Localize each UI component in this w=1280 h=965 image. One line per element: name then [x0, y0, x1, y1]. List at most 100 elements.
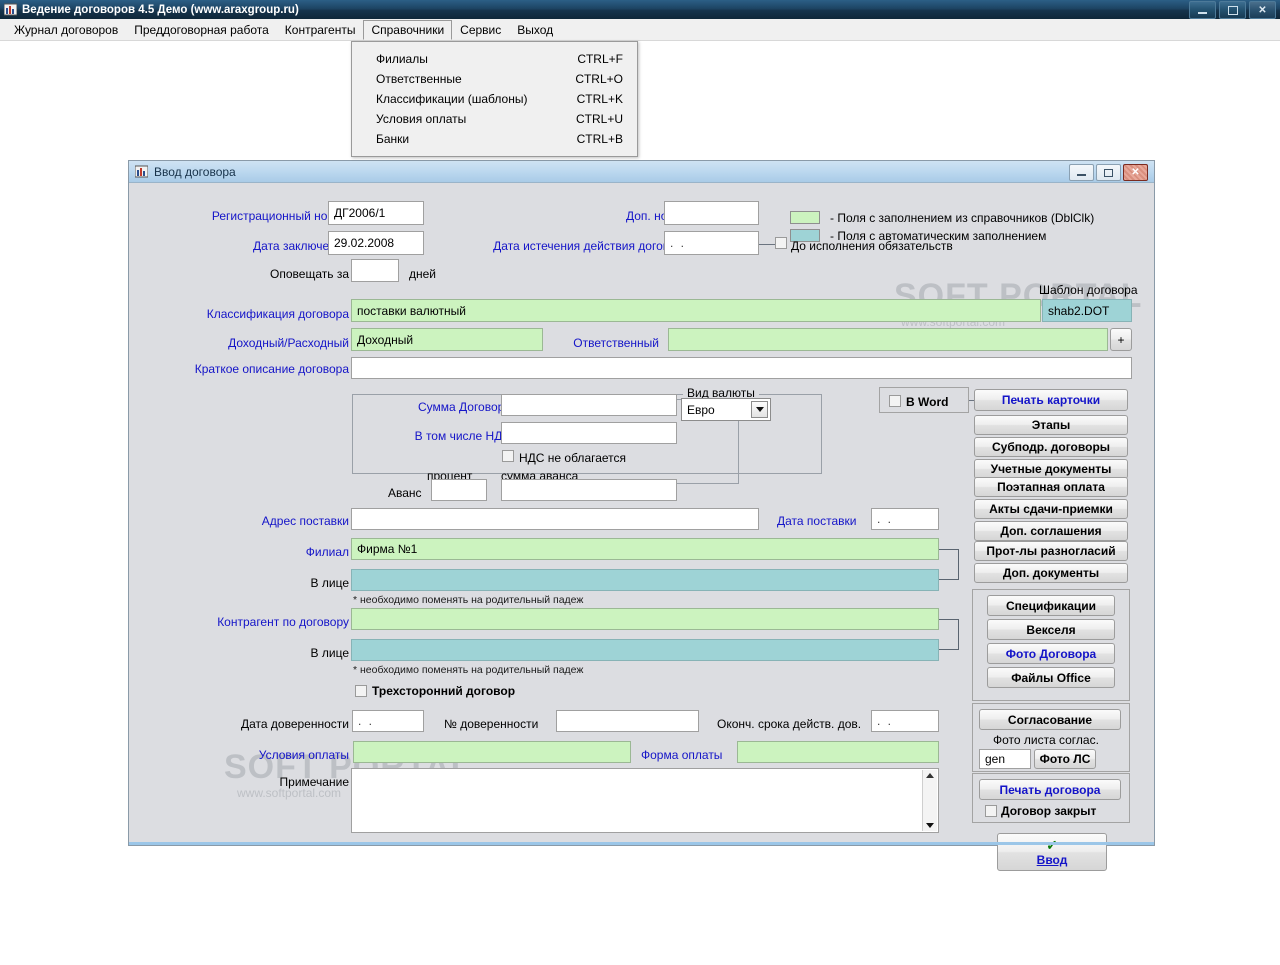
responsible-label: Ответственный	[573, 336, 659, 350]
classification-input[interactable]: поставки валютный	[351, 299, 1041, 322]
menu-item-spravochniki[interactable]: Справочники	[363, 19, 453, 40]
approval-button[interactable]: Согласование	[979, 709, 1121, 730]
sum-contract-input[interactable]	[501, 394, 677, 416]
print-card-button[interactable]: Печать карточки	[974, 389, 1128, 411]
menu-option-banki-accel: CTRL+B	[576, 132, 623, 146]
vat-included-input[interactable]	[501, 422, 677, 444]
app-titlebar: Ведение договоров 4.5 Демо (www.araxgrou…	[0, 0, 1280, 20]
office-files-button[interactable]: Файлы Office	[987, 667, 1115, 688]
branch-person-input[interactable]	[351, 569, 939, 591]
counterparty-input[interactable]	[351, 608, 939, 630]
payment-terms-label: Условия оплаты	[258, 748, 349, 762]
disagreement-protocols-button[interactable]: Прот-лы разногласий	[974, 541, 1128, 561]
staged-payment-button[interactable]: Поэтапная оплата	[974, 477, 1128, 497]
app-minimize-button[interactable]	[1189, 1, 1216, 19]
advance-percent-input[interactable]	[431, 479, 487, 501]
counterparty-person-input[interactable]	[351, 639, 939, 661]
delivery-date-input[interactable]: . .	[871, 508, 939, 530]
counterparty-hint: * необходимо поменять на родительный пад…	[353, 664, 584, 676]
specifications-button[interactable]: Спецификации	[987, 595, 1115, 616]
menu-item-servis[interactable]: Сервис	[452, 20, 509, 40]
promissory-notes-button[interactable]: Векселя	[987, 619, 1115, 640]
contract-entry-window: Ввод договора ✕ SOFT PORTAL www.softport…	[128, 160, 1155, 871]
until-fulfillment-label: До исполнения обязательств	[791, 239, 953, 253]
income-expense-input[interactable]: Доходный	[351, 328, 543, 351]
menu-option-banki-label: Банки	[376, 132, 410, 146]
acceptance-acts-button[interactable]: Акты сдачи-приемки	[974, 499, 1128, 519]
branch-label: Филиал	[305, 545, 349, 559]
poa-number-input[interactable]	[556, 710, 699, 732]
menu-option-otvetstvennye-accel: CTRL+O	[575, 72, 623, 86]
poa-date-label: Дата доверенности	[241, 717, 349, 731]
poa-date-input[interactable]: . .	[352, 710, 424, 732]
date-expiry-label: Дата истечения действия договора	[493, 239, 689, 253]
menu-item-kontragenty[interactable]: Контрагенты	[277, 20, 364, 40]
vat-included-label: В том числе НДС	[414, 429, 511, 443]
notify-days-input[interactable]	[351, 259, 399, 282]
counterparty-label: Контрагент по договору	[217, 615, 349, 629]
currency-select[interactable]: Евро	[681, 398, 771, 421]
app-maximize-button[interactable]	[1219, 1, 1246, 19]
chevron-down-icon[interactable]	[751, 401, 768, 418]
template-input[interactable]: shab2.DOT	[1042, 299, 1132, 322]
short-desc-label: Краткое описание договора	[194, 362, 349, 376]
expiry-connector-line	[759, 244, 775, 245]
menu-option-klassifikacii[interactable]: Классификации (шаблоны) CTRL+K	[352, 89, 637, 109]
tripartite-label: Трехсторонний договор	[372, 684, 516, 698]
currency-select-value: Евро	[687, 402, 715, 417]
form-close-button[interactable]: ✕	[1123, 164, 1148, 181]
menu-option-otvetstvennye[interactable]: Ответственные CTRL+O	[352, 69, 637, 89]
poa-end-input[interactable]: . .	[871, 710, 939, 732]
counterparty-connector	[939, 619, 959, 650]
short-desc-input[interactable]	[351, 357, 1132, 379]
responsible-input[interactable]	[668, 328, 1108, 351]
delivery-address-input[interactable]	[351, 508, 759, 530]
additional-documents-button[interactable]: Доп. документы	[974, 563, 1128, 583]
menu-option-banki[interactable]: Банки CTRL+B	[352, 129, 637, 149]
in-word-label: В Word	[906, 395, 949, 409]
advance-sum-input[interactable]	[501, 479, 677, 501]
counterparty-person-label: В лице	[310, 646, 349, 660]
spravochniki-dropdown-menu: Филиалы CTRL+F Ответственные CTRL+O Клас…	[351, 41, 638, 157]
print-contract-button[interactable]: Печать договора	[979, 779, 1121, 800]
approval-photo-button[interactable]: Фото ЛС	[1034, 749, 1096, 769]
menu-option-filialy[interactable]: Филиалы CTRL+F	[352, 49, 637, 69]
form-minimize-button[interactable]	[1069, 164, 1094, 181]
vat-exempt-label: НДС не облагается	[519, 451, 627, 465]
poa-number-label: № доверенности	[444, 717, 539, 731]
submit-button[interactable]: ✓ Ввод	[997, 833, 1107, 871]
date-expiry-input[interactable]: . .	[664, 231, 759, 255]
in-word-checkbox[interactable]	[889, 395, 901, 407]
payment-form-input[interactable]	[737, 741, 939, 763]
remark-scrollbar[interactable]	[922, 770, 937, 831]
contract-photo-button[interactable]: Фото Договора	[987, 643, 1115, 664]
delivery-date-label: Дата поставки	[777, 514, 857, 528]
approval-photo-input[interactable]: gen	[979, 749, 1031, 769]
vat-exempt-checkbox[interactable]	[502, 450, 514, 462]
scroll-up-icon[interactable]	[926, 773, 934, 778]
remark-textarea[interactable]	[351, 768, 939, 833]
advance-label: Аванс	[388, 486, 422, 500]
scroll-down-icon[interactable]	[926, 823, 934, 828]
supplementary-agreements-button[interactable]: Доп. соглашения	[974, 521, 1128, 541]
menu-item-zhurnal-dogovorov[interactable]: Журнал договоров	[6, 20, 126, 40]
menu-option-usloviya-oplaty[interactable]: Условия оплаты CTRL+U	[352, 109, 637, 129]
contract-closed-checkbox[interactable]	[985, 805, 997, 817]
form-maximize-button[interactable]	[1096, 164, 1121, 181]
subcontract-agreements-button[interactable]: Субподр. договоры	[974, 437, 1128, 457]
tripartite-checkbox[interactable]	[355, 685, 367, 697]
classification-label: Классификация договора	[206, 307, 349, 321]
stages-button[interactable]: Этапы	[974, 415, 1128, 435]
responsible-add-button[interactable]: +	[1110, 328, 1132, 351]
payment-form-label: Форма оплаты	[641, 748, 723, 762]
payment-terms-input[interactable]	[353, 741, 631, 763]
accounting-documents-button[interactable]: Учетные документы	[974, 459, 1128, 479]
menu-item-preddogovornaya-rabota[interactable]: Преддоговорная работа	[126, 20, 277, 40]
app-close-button[interactable]: ✕	[1249, 1, 1276, 19]
dop-number-input[interactable]	[664, 201, 759, 225]
branch-input[interactable]: Фирма №1	[351, 538, 939, 560]
contract-entry-body: SOFT PORTAL www.softportal.com SOFT PORT…	[129, 183, 1154, 871]
reg-number-input[interactable]: ДГ2006/1	[328, 201, 424, 225]
until-fulfillment-checkbox[interactable]	[775, 237, 787, 249]
menu-item-vyhod[interactable]: Выход	[509, 20, 561, 40]
